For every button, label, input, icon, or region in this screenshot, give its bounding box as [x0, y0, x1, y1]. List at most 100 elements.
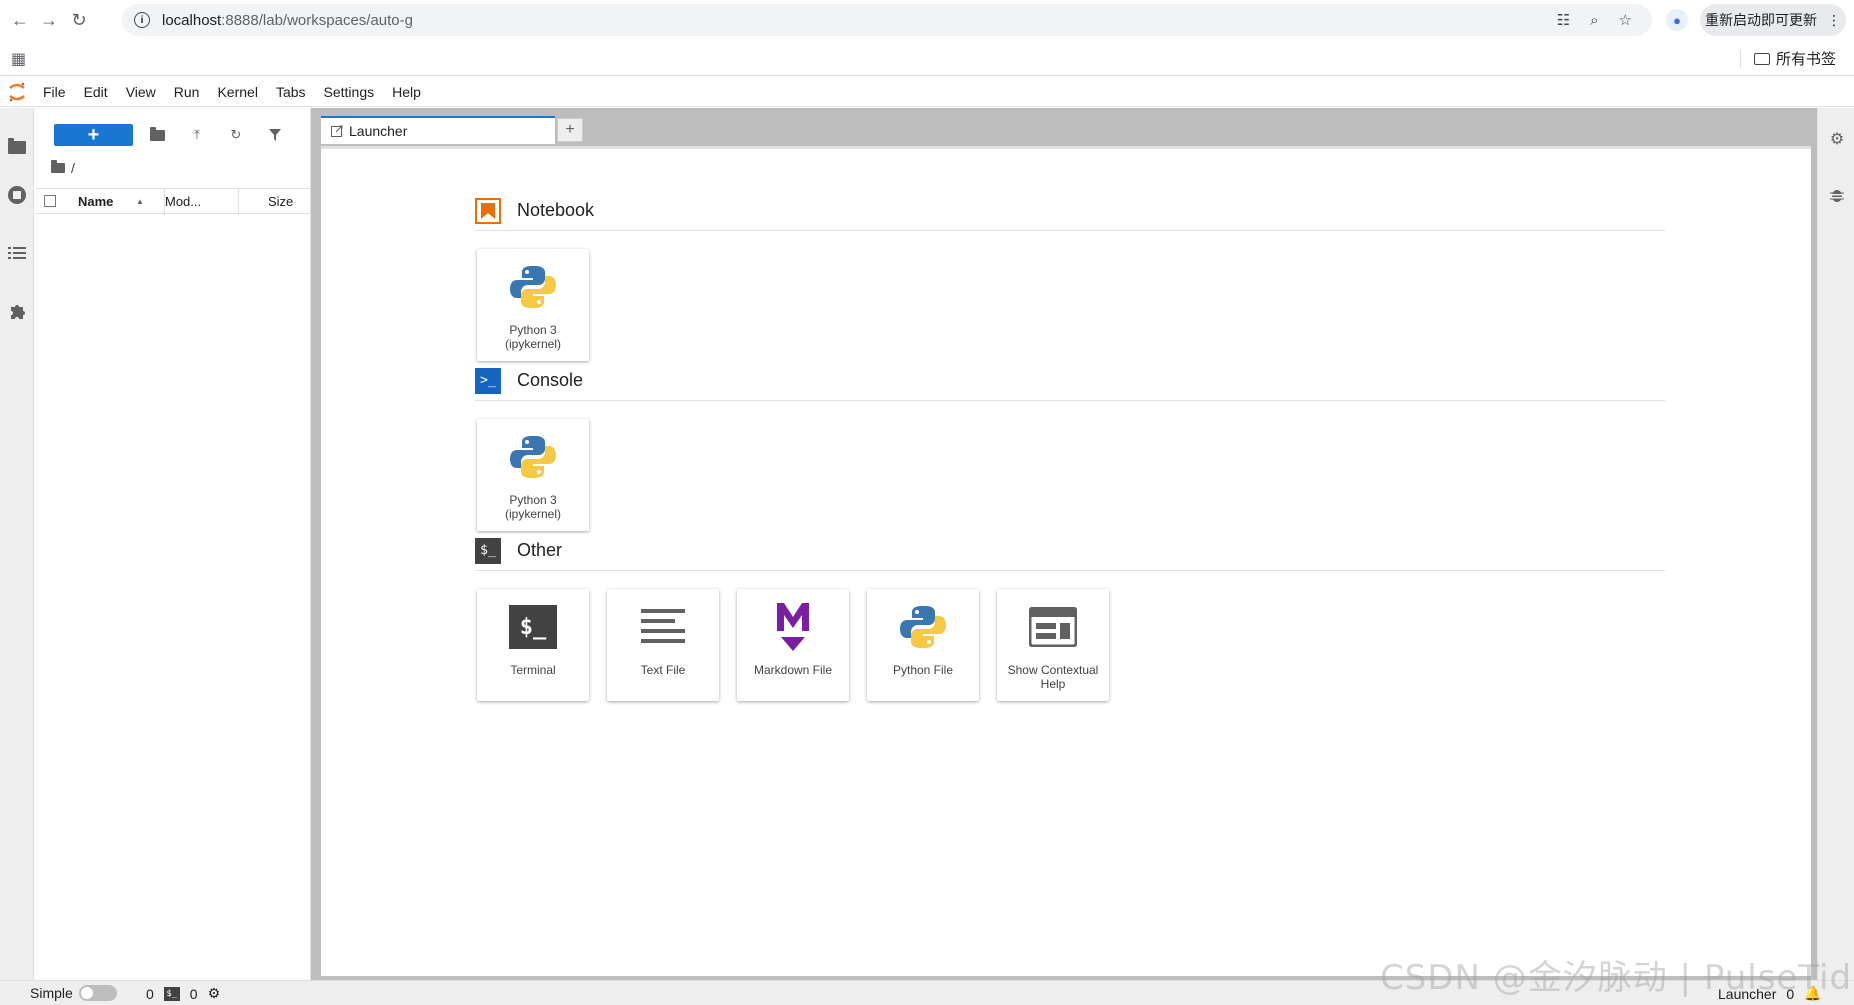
file-browser-icon[interactable]	[6, 136, 28, 158]
column-name[interactable]: Name	[78, 194, 113, 209]
tab-launcher-label: Launcher	[349, 123, 408, 139]
kernels-count: 0	[189, 985, 198, 1002]
card-label: Text File	[640, 663, 686, 677]
jupyter-logo-icon	[0, 77, 34, 107]
apps-grid-icon[interactable]: ▦	[11, 49, 26, 69]
menu-run[interactable]: Run	[165, 84, 209, 100]
folder-icon	[1754, 52, 1770, 65]
reload-icon[interactable]: ↻	[61, 2, 97, 38]
address-bar[interactable]: i localhost:8888/lab/workspaces/auto-g ☷…	[122, 4, 1652, 36]
column-divider	[238, 189, 239, 215]
card-label: Python 3 (ipykernel)	[504, 493, 561, 521]
jupyter-menubar: File Edit View Run Kernel Tabs Settings …	[0, 77, 1854, 107]
python-icon	[505, 259, 561, 315]
tab-bar: Launcher +	[321, 116, 583, 144]
contextual-help-icon	[1025, 599, 1081, 655]
breadcrumb: /	[51, 160, 75, 176]
python-icon	[505, 429, 561, 485]
url-host: localhost	[162, 11, 222, 29]
menu-file[interactable]: File	[34, 84, 75, 100]
all-bookmarks-label: 所有书签	[1776, 51, 1837, 68]
card-label: Terminal	[510, 663, 556, 677]
launcher-card-markdown-file[interactable]: Markdown File	[737, 589, 849, 701]
file-browser-panel: + ⤒ ↻ / Name ▲ Mod... Size	[35, 108, 311, 980]
tab-launcher[interactable]: Launcher	[321, 116, 555, 144]
terminal-icon: $_	[505, 599, 561, 655]
menu-view[interactable]: View	[117, 84, 165, 100]
debugger-icon[interactable]	[1826, 184, 1848, 206]
console-section-icon: >_	[475, 367, 501, 394]
bookmark-star-icon[interactable]: ☆	[1619, 11, 1632, 29]
new-folder-icon[interactable]	[146, 124, 168, 146]
card-label: Python 3 (ipykernel)	[504, 323, 561, 351]
card-label: Show Contextual Help	[1007, 663, 1099, 691]
simple-mode-label: Simple	[30, 985, 73, 1001]
running-sessions-icon[interactable]	[6, 184, 28, 206]
running-counts[interactable]: 0 $_ 0 ⚙	[146, 985, 220, 1002]
url-path: :8888/lab/workspaces/auto-g	[221, 11, 413, 29]
add-tab-button[interactable]: +	[557, 118, 583, 142]
launcher-panel: Notebook Python 3 (ipykernel) >_ Console…	[321, 146, 1811, 976]
launcher-card-text-file[interactable]: Text File	[607, 589, 719, 701]
update-label: 重新启动即可更新	[1705, 12, 1817, 28]
launcher-section-other: $_ Other $_ Terminal Text File Markdown	[475, 535, 1665, 701]
section-header: >_ Console	[475, 365, 1665, 401]
launcher-card-python-console[interactable]: Python 3 (ipykernel)	[477, 419, 589, 531]
section-title: Console	[517, 370, 584, 390]
menu-settings[interactable]: Settings	[315, 84, 384, 100]
sort-ascending-icon: ▲	[136, 196, 144, 206]
launcher-section-notebook: Notebook Python 3 (ipykernel)	[475, 195, 1665, 361]
column-modified[interactable]: Mod...	[165, 194, 201, 209]
launcher-card-contextual-help[interactable]: Show Contextual Help	[997, 589, 1109, 701]
markdown-icon	[765, 599, 821, 655]
terminals-count: 0	[146, 985, 154, 1002]
update-button[interactable]: 重新启动即可更新 ⋮	[1700, 4, 1846, 36]
zoom-icon[interactable]: ⌕	[1590, 12, 1598, 29]
section-title: Notebook	[517, 200, 595, 220]
refresh-icon[interactable]: ↻	[225, 124, 247, 146]
file-list-header: Name ▲ Mod... Size	[35, 188, 311, 215]
simple-mode: Simple	[30, 985, 117, 1001]
card-label: Markdown File	[753, 663, 833, 677]
launcher-card-python-notebook[interactable]: Python 3 (ipykernel)	[477, 249, 589, 361]
property-inspector-icon[interactable]: ⚙	[1826, 128, 1848, 150]
launcher-card-python-file[interactable]: Python File	[867, 589, 979, 701]
column-size[interactable]: Size	[268, 194, 293, 209]
section-title: Other	[517, 540, 563, 560]
other-section-icon: $_	[475, 537, 501, 564]
launcher-section-console: >_ Console Python 3 (ipykernel)	[475, 365, 1665, 531]
home-folder-icon[interactable]	[51, 160, 65, 173]
left-sidebar	[0, 108, 34, 980]
breadcrumb-root[interactable]: /	[71, 160, 75, 176]
bookmarks-divider	[1740, 50, 1741, 68]
profile-icon[interactable]: ●	[1666, 9, 1688, 31]
site-info-icon[interactable]: i	[134, 12, 150, 28]
right-sidebar: ⚙	[1817, 108, 1854, 980]
bookmark-bar: ▦ 所有书签	[0, 40, 1854, 76]
new-launcher-button[interactable]: +	[54, 124, 133, 146]
select-all-checkbox[interactable]	[44, 195, 56, 207]
terminal-icon: $_	[163, 986, 180, 1001]
all-bookmarks-button[interactable]: 所有书签	[1754, 48, 1836, 69]
notebook-section-icon	[475, 197, 501, 224]
menu-help[interactable]: Help	[383, 84, 430, 100]
menu-tabs[interactable]: Tabs	[267, 84, 315, 100]
browser-toolbar: ← → ↻ i localhost:8888/lab/workspaces/au…	[0, 0, 1854, 40]
filter-icon[interactable]	[264, 124, 286, 146]
launcher-tab-icon	[331, 125, 343, 137]
card-label: Python File	[892, 663, 954, 677]
launcher-card-terminal[interactable]: $_ Terminal	[477, 589, 589, 701]
watermark: CSDN @金汐脉动 | PulseTide	[1380, 958, 1854, 998]
upload-icon[interactable]: ⤒	[186, 124, 208, 146]
python-icon	[895, 599, 951, 655]
menu-edit[interactable]: Edit	[75, 84, 117, 100]
translate-icon[interactable]: ☷	[1557, 11, 1570, 29]
simple-mode-toggle[interactable]	[78, 985, 117, 1001]
text-file-icon	[635, 599, 691, 655]
kernel-icon: ⚙	[207, 985, 221, 1001]
more-options-icon[interactable]: ⋮	[1827, 12, 1841, 29]
extension-manager-icon[interactable]	[6, 300, 28, 322]
table-of-contents-icon[interactable]	[6, 242, 28, 264]
section-header: $_ Other	[475, 535, 1665, 571]
menu-kernel[interactable]: Kernel	[208, 84, 266, 100]
